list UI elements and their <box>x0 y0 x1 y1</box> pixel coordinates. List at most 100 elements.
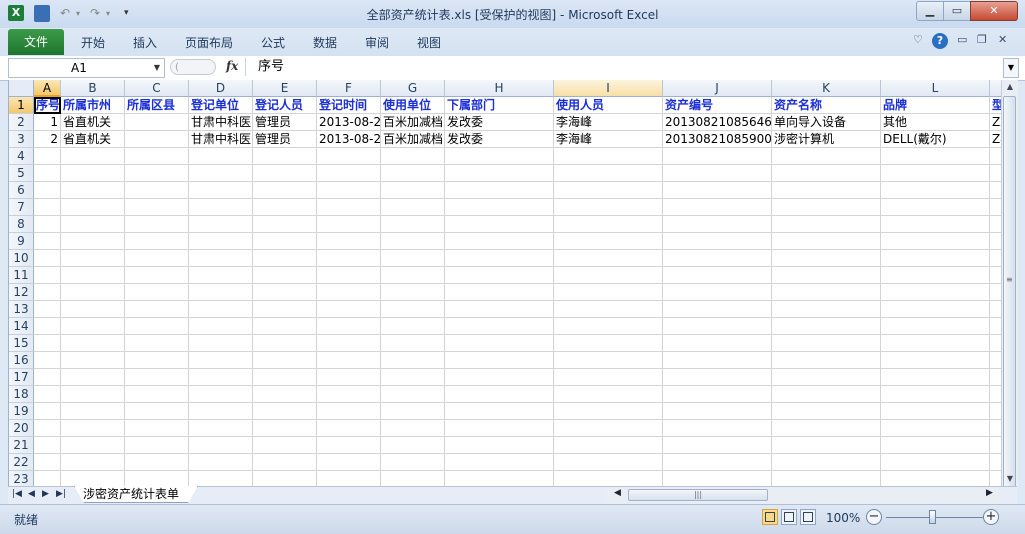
cell-H16[interactable] <box>445 352 554 369</box>
sheet-tab-active[interactable]: 涉密资产统计表单 <box>74 486 198 503</box>
formula-input[interactable]: 序号 <box>245 58 1003 76</box>
cell-B3[interactable]: 省直机关 <box>61 131 125 148</box>
column-header-C[interactable]: C <box>125 80 189 97</box>
cell-L2[interactable]: 其他 <box>881 114 990 131</box>
cell-F7[interactable] <box>317 199 381 216</box>
row-header-21[interactable]: 21 <box>9 437 34 454</box>
cell-F14[interactable] <box>317 318 381 335</box>
cell-C1[interactable]: 所属区县 <box>125 97 189 114</box>
cell-J5[interactable] <box>663 165 772 182</box>
cell-D11[interactable] <box>189 267 253 284</box>
cell-L9[interactable] <box>881 233 990 250</box>
minimize-button[interactable]: ▁ <box>916 1 944 21</box>
cell-B18[interactable] <box>61 386 125 403</box>
zoom-level[interactable]: 100% <box>826 511 860 525</box>
cell-G20[interactable] <box>381 420 445 437</box>
cell-C9[interactable] <box>125 233 189 250</box>
tab-file[interactable]: 文件 <box>8 29 64 55</box>
cell-G17[interactable] <box>381 369 445 386</box>
cell-J11[interactable] <box>663 267 772 284</box>
cell-L15[interactable] <box>881 335 990 352</box>
cell-C21[interactable] <box>125 437 189 454</box>
cell-E4[interactable] <box>253 148 317 165</box>
cell-I7[interactable] <box>554 199 663 216</box>
zoom-out-icon[interactable]: − <box>866 509 882 525</box>
cell-A3[interactable]: 2 <box>34 131 61 148</box>
cell-G12[interactable] <box>381 284 445 301</box>
cell-J18[interactable] <box>663 386 772 403</box>
cell-H7[interactable] <box>445 199 554 216</box>
cell-C4[interactable] <box>125 148 189 165</box>
scroll-up-icon[interactable]: ▲ <box>1002 80 1018 94</box>
cell-A2[interactable]: 1 <box>34 114 61 131</box>
cell-K1[interactable]: 资产名称 <box>772 97 881 114</box>
cell-E21[interactable] <box>253 437 317 454</box>
first-sheet-icon[interactable]: |◀ <box>12 489 22 499</box>
column-header-I[interactable]: I <box>554 80 663 97</box>
cell-C13[interactable] <box>125 301 189 318</box>
column-header-J[interactable]: J <box>663 80 772 97</box>
cell-G2[interactable]: 百米加减档 <box>381 114 445 131</box>
worksheet-grid[interactable]: ABCDEFGHIJKLM1序号所属市州所属区县登记单位登记人员登记时间使用单位… <box>8 80 1002 486</box>
cell-G23[interactable] <box>381 471 445 486</box>
cell-J20[interactable] <box>663 420 772 437</box>
cell-L23[interactable] <box>881 471 990 486</box>
cell-E11[interactable] <box>253 267 317 284</box>
cell-K7[interactable] <box>772 199 881 216</box>
cell-E3[interactable]: 管理员 <box>253 131 317 148</box>
cell-K10[interactable] <box>772 250 881 267</box>
cell-D22[interactable] <box>189 454 253 471</box>
cell-D1[interactable]: 登记单位 <box>189 97 253 114</box>
cell-G19[interactable] <box>381 403 445 420</box>
row-header-11[interactable]: 11 <box>9 267 34 284</box>
column-header-F[interactable]: F <box>317 80 381 97</box>
scroll-right-icon[interactable]: ▶ <box>986 488 993 498</box>
horizontal-scrollbar[interactable]: ◀ ||| ▶ <box>606 488 999 503</box>
cell-E1[interactable]: 登记人员 <box>253 97 317 114</box>
cell-E5[interactable] <box>253 165 317 182</box>
cell-A23[interactable] <box>34 471 61 486</box>
cell-I5[interactable] <box>554 165 663 182</box>
column-header-B[interactable]: B <box>61 80 125 97</box>
cell-L20[interactable] <box>881 420 990 437</box>
cell-K3[interactable]: 涉密计算机 <box>772 131 881 148</box>
next-sheet-icon[interactable]: ▶ <box>42 489 49 499</box>
cell-L6[interactable] <box>881 182 990 199</box>
cell-J7[interactable] <box>663 199 772 216</box>
cell-F5[interactable] <box>317 165 381 182</box>
tab-review[interactable]: 审阅 <box>365 34 389 51</box>
cell-E13[interactable] <box>253 301 317 318</box>
cell-B15[interactable] <box>61 335 125 352</box>
cell-L17[interactable] <box>881 369 990 386</box>
cell-I15[interactable] <box>554 335 663 352</box>
cell-E23[interactable] <box>253 471 317 486</box>
page-layout-view-icon[interactable] <box>781 509 797 525</box>
cell-F16[interactable] <box>317 352 381 369</box>
cell-B14[interactable] <box>61 318 125 335</box>
cell-C23[interactable] <box>125 471 189 486</box>
cell-G3[interactable]: 百米加减档 <box>381 131 445 148</box>
formula-cancel-icon[interactable]: ( <box>170 59 216 75</box>
cell-C3[interactable] <box>125 131 189 148</box>
cell-B17[interactable] <box>61 369 125 386</box>
cell-J13[interactable] <box>663 301 772 318</box>
cell-G13[interactable] <box>381 301 445 318</box>
cell-B1[interactable]: 所属市州 <box>61 97 125 114</box>
cell-A8[interactable] <box>34 216 61 233</box>
row-header-5[interactable]: 5 <box>9 165 34 182</box>
row-header-13[interactable]: 13 <box>9 301 34 318</box>
cell-I13[interactable] <box>554 301 663 318</box>
cell-A14[interactable] <box>34 318 61 335</box>
cell-B12[interactable] <box>61 284 125 301</box>
row-header-1[interactable]: 1 <box>9 97 34 114</box>
cell-B8[interactable] <box>61 216 125 233</box>
cell-L19[interactable] <box>881 403 990 420</box>
cell-F21[interactable] <box>317 437 381 454</box>
cell-E2[interactable]: 管理员 <box>253 114 317 131</box>
cell-A4[interactable] <box>34 148 61 165</box>
cell-C10[interactable] <box>125 250 189 267</box>
cell-D6[interactable] <box>189 182 253 199</box>
cell-I20[interactable] <box>554 420 663 437</box>
cell-E15[interactable] <box>253 335 317 352</box>
cell-D15[interactable] <box>189 335 253 352</box>
